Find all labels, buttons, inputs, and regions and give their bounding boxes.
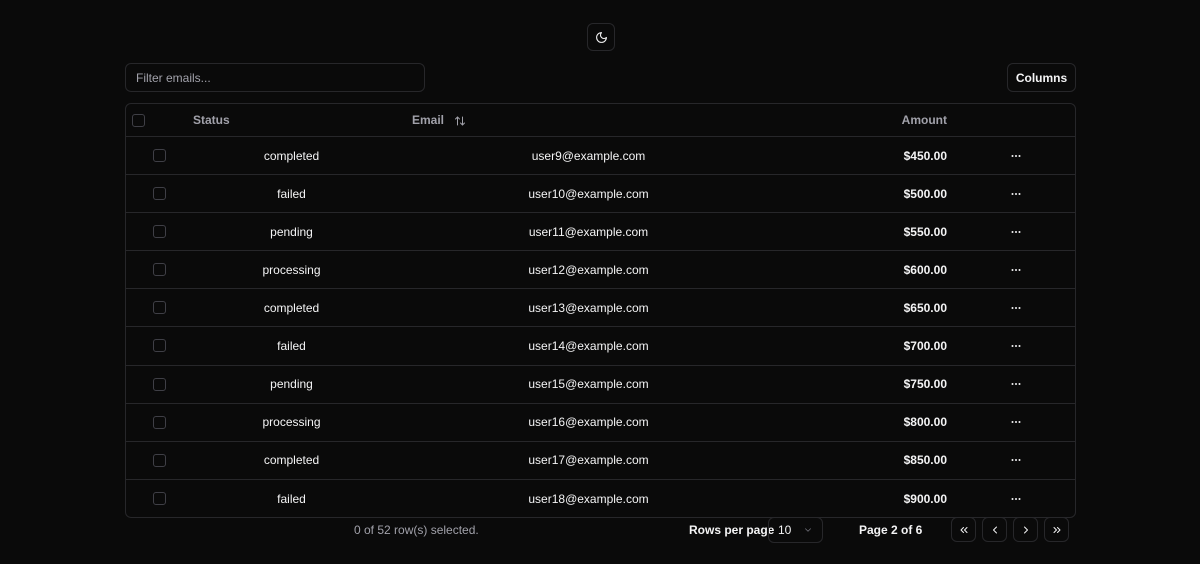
row-actions-button[interactable] — [1006, 442, 1026, 479]
table-row: failed user18@example.com $900.00 — [126, 480, 1075, 517]
row-select-checkbox[interactable] — [153, 377, 166, 391]
amount-cell: $550.00 — [903, 224, 947, 239]
email-column-label: Email — [412, 113, 445, 127]
email-cell: user10@example.com — [528, 186, 649, 201]
previous-page-button[interactable] — [982, 517, 1007, 542]
more-horizontal-icon — [1010, 454, 1022, 466]
first-page-button[interactable] — [951, 517, 976, 542]
select-all-checkbox[interactable] — [132, 114, 145, 127]
more-horizontal-icon — [1010, 226, 1022, 238]
amount-cell: $450.00 — [903, 148, 947, 163]
status-cell: failed — [277, 339, 306, 354]
more-horizontal-icon — [1010, 188, 1022, 200]
amount-cell: $850.00 — [903, 453, 947, 468]
status-cell: completed — [263, 148, 320, 163]
row-actions-button[interactable] — [1006, 251, 1026, 288]
email-cell: user16@example.com — [528, 415, 649, 430]
more-horizontal-icon — [1010, 378, 1022, 390]
status-column-header: Status — [193, 113, 230, 127]
chevrons-left-icon — [958, 524, 970, 536]
more-horizontal-icon — [1010, 493, 1022, 505]
row-actions-button[interactable] — [1006, 480, 1026, 517]
amount-cell: $600.00 — [903, 262, 947, 277]
table-row: processing user12@example.com $600.00 — [126, 251, 1075, 290]
row-actions-button[interactable] — [1006, 213, 1026, 250]
rows-per-page-value: 10 — [778, 523, 792, 537]
email-cell: user11@example.com — [528, 224, 649, 239]
amount-cell: $900.00 — [903, 491, 947, 506]
selection-count: 0 of 52 row(s) selected. — [354, 523, 479, 537]
chevron-down-icon — [803, 525, 813, 535]
email-cell: user18@example.com — [528, 491, 649, 506]
filter-emails-input[interactable] — [125, 63, 425, 92]
table-row: completed user13@example.com $650.00 — [126, 289, 1075, 328]
table-body: completed user9@example.com $450.00 failed u… — [126, 137, 1075, 517]
amount-cell: $750.00 — [903, 377, 947, 392]
email-cell: user12@example.com — [528, 262, 649, 277]
email-cell: user13@example.com — [528, 300, 649, 315]
more-horizontal-icon — [1010, 150, 1022, 162]
row-select-checkbox[interactable] — [153, 415, 166, 429]
table-row: processing user16@example.com $800.00 — [126, 404, 1075, 442]
row-actions-button[interactable] — [1006, 327, 1026, 364]
row-actions-button[interactable] — [1006, 137, 1026, 174]
row-actions-button[interactable] — [1006, 404, 1026, 441]
table-row: pending user11@example.com $550.00 — [126, 213, 1075, 252]
page-indicator: Page 2 of 6 — [859, 523, 923, 537]
table-row: completed user9@example.com $450.00 — [126, 137, 1075, 176]
amount-cell: $500.00 — [903, 186, 947, 201]
row-actions-button[interactable] — [1006, 289, 1026, 326]
email-cell: user9@example.com — [531, 148, 646, 163]
amount-cell: $650.00 — [903, 300, 947, 315]
table-row: pending user15@example.com $750.00 — [126, 366, 1075, 404]
more-horizontal-icon — [1010, 302, 1022, 314]
row-actions-button[interactable] — [1006, 175, 1026, 212]
amount-cell: $800.00 — [903, 415, 947, 430]
last-page-button[interactable] — [1044, 517, 1069, 542]
theme-toggle-button[interactable] — [587, 23, 615, 51]
email-cell: user15@example.com — [528, 377, 649, 392]
status-cell: failed — [277, 491, 306, 506]
row-select-checkbox[interactable] — [153, 301, 166, 315]
arrow-up-down-icon — [454, 115, 466, 127]
status-cell: completed — [263, 453, 320, 468]
amount-column-header: Amount — [901, 113, 947, 127]
next-page-button[interactable] — [1013, 517, 1038, 542]
status-cell: pending — [270, 224, 313, 239]
row-select-checkbox[interactable] — [153, 263, 166, 277]
row-select-checkbox[interactable] — [153, 149, 166, 162]
row-select-checkbox[interactable] — [153, 453, 166, 467]
table-row: completed user17@example.com $850.00 — [126, 442, 1075, 480]
columns-button[interactable]: Columns — [1007, 63, 1076, 92]
row-select-checkbox[interactable] — [153, 187, 166, 201]
moon-icon — [595, 31, 608, 44]
chevron-left-icon — [989, 524, 1001, 536]
email-cell: user17@example.com — [528, 453, 649, 468]
status-cell: processing — [262, 262, 321, 277]
rows-per-page-label: Rows per page — [689, 523, 775, 537]
email-column-header[interactable]: Email — [412, 104, 466, 137]
status-cell: pending — [270, 377, 313, 392]
table-row: failed user14@example.com $700.00 — [126, 327, 1075, 366]
row-select-checkbox[interactable] — [153, 491, 166, 505]
table-header: Status Email Amount — [126, 104, 1075, 137]
more-horizontal-icon — [1010, 264, 1022, 276]
row-select-checkbox[interactable] — [153, 225, 166, 239]
status-cell: completed — [263, 300, 320, 315]
chevron-right-icon — [1020, 524, 1032, 536]
data-table: Status Email Amount completed user9@examp… — [125, 103, 1076, 518]
status-cell: processing — [262, 415, 321, 430]
more-horizontal-icon — [1010, 416, 1022, 428]
row-select-checkbox[interactable] — [153, 339, 166, 353]
more-horizontal-icon — [1010, 340, 1022, 352]
email-cell: user14@example.com — [528, 339, 649, 354]
table-row: failed user10@example.com $500.00 — [126, 175, 1075, 214]
rows-per-page-select[interactable]: 10 — [768, 517, 823, 543]
amount-cell: $700.00 — [903, 339, 947, 354]
row-actions-button[interactable] — [1006, 366, 1026, 403]
chevrons-right-icon — [1051, 524, 1063, 536]
status-cell: failed — [277, 186, 306, 201]
